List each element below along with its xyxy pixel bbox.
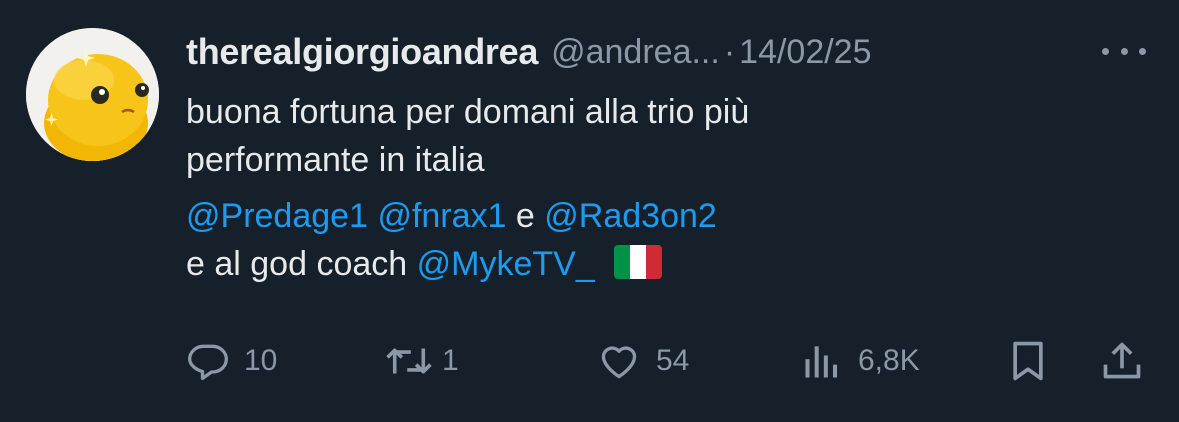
tweet-line-2: performante in italia bbox=[186, 141, 485, 179]
more-options-icon[interactable] bbox=[1102, 36, 1146, 66]
mention-predage1[interactable]: @Predage1 bbox=[186, 197, 368, 235]
reply-icon bbox=[188, 344, 228, 381]
share-button[interactable] bbox=[1100, 338, 1144, 384]
italy-flag-icon bbox=[614, 245, 663, 279]
user-handle[interactable]: @andrea... bbox=[551, 33, 720, 72]
analytics-icon bbox=[805, 346, 838, 378]
reply-button[interactable]: 10 bbox=[186, 338, 277, 384]
action-bar: 10 1 54 6,8K bbox=[0, 338, 1179, 384]
repost-icon bbox=[386, 348, 432, 374]
repost-button[interactable]: 1 bbox=[384, 338, 459, 384]
tweet-date[interactable]: 14/02/25 bbox=[739, 33, 871, 72]
share-icon bbox=[1103, 342, 1141, 379]
heart-icon bbox=[601, 346, 637, 379]
views-button[interactable]: 6,8K bbox=[800, 338, 920, 384]
mention-rad3on2[interactable]: @Rad3on2 bbox=[544, 197, 717, 235]
repost-count: 1 bbox=[442, 344, 459, 377]
reply-count: 10 bbox=[244, 344, 278, 377]
tweet-line-4: e al god coach @MykeTV_ bbox=[186, 240, 1126, 288]
tweet-text: buona fortuna per domani alla trio più p… bbox=[186, 88, 1126, 288]
avatar[interactable] bbox=[26, 28, 159, 161]
tweet-header: therealgiorgioandrea @andrea... · 14/02/… bbox=[186, 28, 1146, 76]
tweet-line-1: buona fortuna per domani alla trio più bbox=[186, 93, 750, 131]
mention-myketv[interactable]: @MykeTV_ bbox=[417, 245, 595, 283]
view-count: 6,8K bbox=[858, 344, 920, 377]
conjunction: e bbox=[515, 197, 535, 235]
more-dot bbox=[1102, 47, 1109, 55]
more-dot bbox=[1120, 47, 1128, 55]
bookmark-button[interactable] bbox=[1006, 338, 1050, 384]
more-dot bbox=[1139, 47, 1146, 55]
like-count: 54 bbox=[656, 344, 690, 377]
like-button[interactable]: 54 bbox=[596, 338, 689, 384]
tweet-line-3: @Predage1 @fnrax1 e @Rad3on2 bbox=[186, 192, 1126, 240]
display-name[interactable]: therealgiorgioandrea bbox=[186, 31, 538, 73]
avatar-image bbox=[26, 28, 159, 161]
separator-dot: · bbox=[723, 32, 736, 71]
bookmark-icon bbox=[1013, 341, 1043, 381]
tweet[interactable]: therealgiorgioandrea @andrea... · 14/02/… bbox=[0, 0, 1179, 422]
tweet-line-4-text: e al god coach bbox=[186, 245, 408, 283]
mention-fnrax1[interactable]: @fnrax1 bbox=[377, 197, 506, 235]
